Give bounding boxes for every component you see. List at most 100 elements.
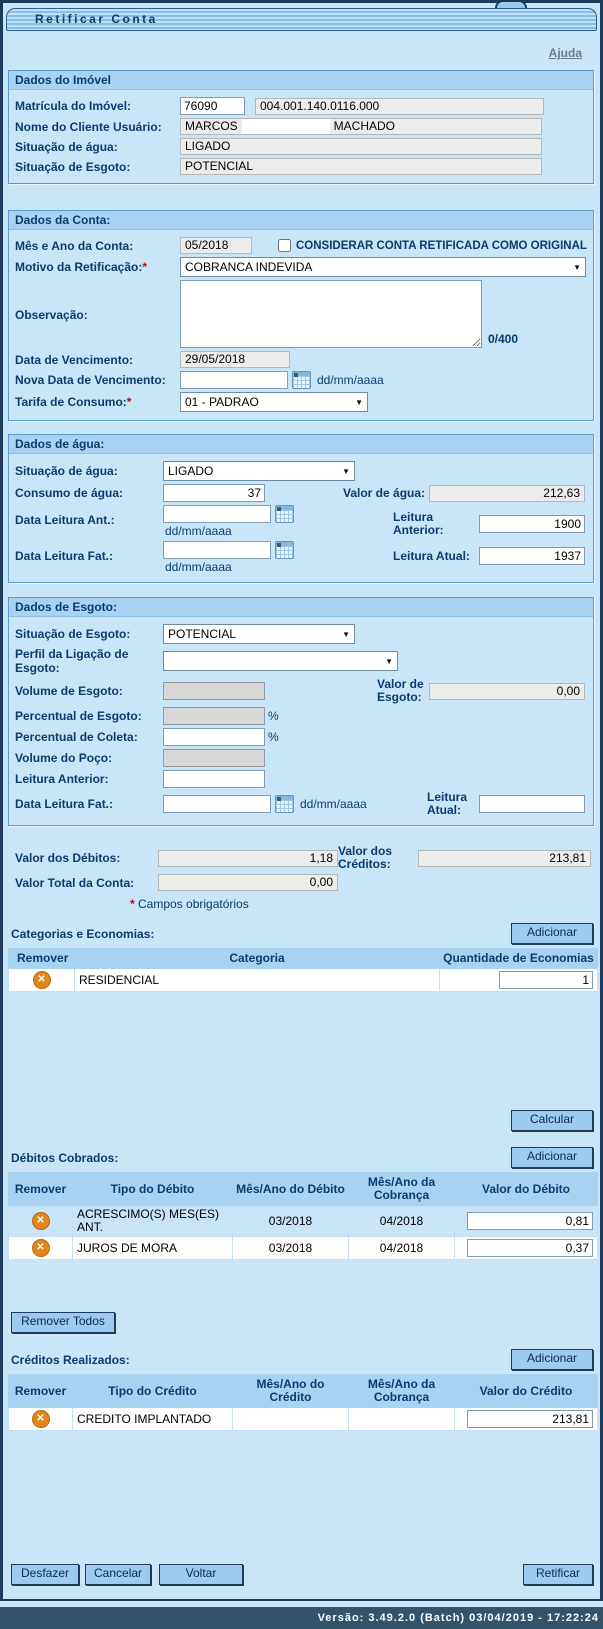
categorias-adicionar-button[interactable]: Adicionar <box>511 923 593 944</box>
esgoto-situacao-select[interactable]: POTENCIAL▼ <box>163 624 355 644</box>
matricula-input[interactable] <box>180 97 245 115</box>
date-format-hint: dd/mm/aaaa <box>165 524 294 538</box>
tarifa-required-mark: * <box>127 395 132 409</box>
nova-data-label: Nova Data de Vencimento: <box>15 373 180 387</box>
mes-ano-conta-label: Mês e Ano da Conta: <box>15 239 180 253</box>
section-header-conta: Dados da Conta: <box>9 211 593 230</box>
cancelar-button[interactable]: Cancelar <box>85 1564 151 1585</box>
chevron-down-icon: ▼ <box>342 467 350 476</box>
mes-ano-cobranca-cell: 04/2018 <box>349 1206 455 1237</box>
section-header-imovel: Dados do Imóvel <box>9 71 593 90</box>
valor-esgoto-label: Valor de Esgoto: <box>377 678 429 704</box>
data-leitura-fat-label: Data Leitura Fat.: <box>15 541 163 563</box>
leitura-anterior-input[interactable] <box>479 515 585 533</box>
esgoto-leitura-anterior-input[interactable] <box>163 770 265 788</box>
esgoto-data-leitura-fat-input[interactable] <box>163 795 271 813</box>
campos-obrigatorios-note: * Campos obrigatórios <box>130 897 593 911</box>
percentual-coleta-input[interactable] <box>163 728 265 746</box>
nova-data-input[interactable] <box>180 371 288 389</box>
creditos-adicionar-button[interactable]: Adicionar <box>511 1349 593 1370</box>
calendar-icon[interactable] <box>275 505 294 523</box>
esgoto-data-leitura-fat-label: Data Leitura Fat.: <box>15 797 163 811</box>
agua-situacao-select[interactable]: LIGADO▼ <box>163 461 355 481</box>
section-header-esgoto: Dados de Esgoto: <box>9 598 593 617</box>
spacer <box>3 1260 600 1312</box>
debitos-col-mes-cobranca: Mês/Ano da Cobrança <box>349 1173 455 1206</box>
mes-ano-cobranca-cell: 04/2018 <box>349 1237 455 1260</box>
creditos-col-mes-credito: Mês/Ano do Crédito <box>233 1375 349 1408</box>
valor-total-value: 0,00 <box>158 874 338 891</box>
calcular-bar: Calcular <box>11 1110 593 1131</box>
esgoto-leitura-atual-input[interactable] <box>479 795 585 813</box>
categorias-col-remover: Remover <box>9 949 75 969</box>
debitos-adicionar-button[interactable]: Adicionar <box>511 1147 593 1168</box>
calendar-icon[interactable] <box>275 541 294 559</box>
date-format-hint: dd/mm/aaaa <box>300 797 367 811</box>
debito-row: ✕ ACRESCIMO(S) MES(ES) ANT. 03/2018 04/2… <box>9 1206 598 1237</box>
agua-situacao-label: Situação de água: <box>15 464 163 478</box>
considerar-original-checkbox[interactable] <box>278 239 291 252</box>
motivo-select[interactable]: COBRANCA INDEVIDA▼ <box>180 257 586 277</box>
required-mark: * <box>130 897 135 911</box>
observacao-counter: 0/400 <box>488 332 518 346</box>
volume-poco-label: Volume do Poço: <box>15 751 163 765</box>
section-dados-conta: Dados da Conta: Mês e Ano da Conta: 05/2… <box>8 210 594 421</box>
remove-icon[interactable]: ✕ <box>32 1212 50 1230</box>
remove-icon[interactable]: ✕ <box>32 1239 50 1257</box>
calcular-button[interactable]: Calcular <box>511 1110 593 1131</box>
motivo-selected-value: COBRANCA INDEVIDA <box>185 260 312 274</box>
mes-ano-conta-value: 05/2018 <box>180 237 252 254</box>
cliente-last-name: MACHADO <box>334 119 395 133</box>
creditos-col-tipo: Tipo do Crédito <box>73 1375 233 1408</box>
voltar-button[interactable]: Voltar <box>159 1564 243 1585</box>
tipo-credito-cell: CREDITO IMPLANTADO <box>73 1408 233 1431</box>
percentual-esgoto-label: Percentual de Esgoto: <box>15 709 163 723</box>
calendar-icon[interactable] <box>275 795 294 813</box>
consumo-agua-input[interactable] <box>163 484 265 502</box>
consumo-agua-label: Consumo de água: <box>15 486 163 500</box>
valor-esgoto-value: 0,00 <box>429 683 585 700</box>
calendar-icon[interactable] <box>292 371 311 389</box>
categoria-row: ✕ RESIDENCIAL <box>9 969 598 992</box>
section-dados-agua: Dados de água: Situação de água: LIGADO▼… <box>8 434 594 583</box>
help-link[interactable]: Ajuda <box>549 46 582 60</box>
esgoto-situacao-label: Situação de Esgoto: <box>15 627 163 641</box>
volume-esgoto-input-disabled <box>163 682 265 700</box>
perfil-ligacao-select[interactable]: ▼ <box>163 651 398 671</box>
valor-debito-input[interactable] <box>467 1239 593 1257</box>
categoria-cell: RESIDENCIAL <box>75 969 440 992</box>
mes-ano-debito-cell: 03/2018 <box>233 1206 349 1237</box>
credito-row: ✕ CREDITO IMPLANTADO <box>9 1408 598 1431</box>
quantidade-economias-input[interactable] <box>499 971 593 989</box>
leitura-atual-input[interactable] <box>479 547 585 565</box>
debitos-label: Débitos Cobrados: <box>11 1151 118 1165</box>
volume-poco-input-disabled <box>163 749 265 767</box>
tipo-debito-cell: JUROS DE MORA <box>73 1237 233 1260</box>
leitura-atual-label: Leitura Atual: <box>393 550 479 563</box>
retificar-button[interactable]: Retificar <box>523 1564 593 1585</box>
valor-credito-input[interactable] <box>467 1410 593 1428</box>
date-format-hint: dd/mm/aaaa <box>165 560 294 574</box>
debitos-bar: Débitos Cobrados: Adicionar <box>11 1147 593 1168</box>
remove-icon[interactable]: ✕ <box>33 971 51 989</box>
section-dados-esgoto: Dados de Esgoto: Situação de Esgoto: POT… <box>8 597 594 826</box>
mes-ano-credito-cell <box>233 1408 349 1431</box>
situacao-esgoto-label: Situação de Esgoto: <box>15 160 180 174</box>
valor-debito-input[interactable] <box>467 1212 593 1230</box>
remover-todos-button[interactable]: Remover Todos <box>11 1312 115 1333</box>
desfazer-button[interactable]: Desfazer <box>11 1564 79 1585</box>
considerar-original-label: CONSIDERAR CONTA RETIFICADA COMO ORIGINA… <box>296 240 587 252</box>
observacao-textarea[interactable] <box>180 280 482 348</box>
data-leitura-ant-input[interactable] <box>163 505 271 523</box>
valor-creditos-value: 213,81 <box>418 850 591 867</box>
tarifa-label-text: Tarifa de Consumo: <box>15 395 127 409</box>
remove-icon[interactable]: ✕ <box>32 1410 50 1428</box>
matricula-label: Matrícula do Imóvel: <box>15 99 180 113</box>
tarifa-select[interactable]: 01 - PADRAO▼ <box>180 392 368 412</box>
valor-creditos-label: Valor dos Créditos: <box>338 845 418 871</box>
categorias-table: Remover Categoria Quantidade de Economia… <box>8 948 598 992</box>
data-leitura-fat-input[interactable] <box>163 541 271 559</box>
categorias-bar: Categorias e Economias: Adicionar <box>11 923 593 944</box>
percentual-esgoto-input-disabled <box>163 707 265 725</box>
debitos-col-mes-debito: Mês/Ano do Débito <box>233 1173 349 1206</box>
